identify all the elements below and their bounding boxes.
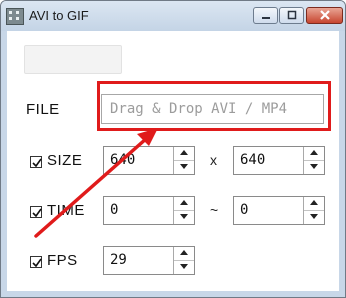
title-bar[interactable]: AVI to GIF xyxy=(1,1,345,31)
arrow-down-icon xyxy=(180,164,188,169)
time-end-down-button[interactable] xyxy=(304,211,324,224)
arrow-down-icon xyxy=(310,214,318,219)
window-title: AVI to GIF xyxy=(29,8,89,23)
size-width-stepper[interactable]: 640 xyxy=(103,146,195,175)
size-width-up-button[interactable] xyxy=(174,147,194,161)
maximize-icon xyxy=(287,10,296,20)
time-start-down-button[interactable] xyxy=(174,211,194,224)
stepper-buttons xyxy=(303,147,324,174)
size-width-value: 640 xyxy=(110,152,136,168)
size-label: SIZE xyxy=(47,152,83,169)
size-height-stepper[interactable]: 640 xyxy=(233,146,325,175)
arrow-down-icon xyxy=(180,264,188,269)
minimize-icon xyxy=(261,17,270,19)
arrow-down-icon xyxy=(180,214,188,219)
arrow-up-icon xyxy=(180,150,188,155)
fps-down-button[interactable] xyxy=(174,261,194,274)
app-icon xyxy=(6,8,24,25)
arrow-down-icon xyxy=(310,164,318,169)
size-checkbox[interactable] xyxy=(30,156,42,168)
size-height-down-button[interactable] xyxy=(304,161,324,174)
time-end-value: 0 xyxy=(240,202,249,218)
stepper-buttons xyxy=(303,197,324,224)
time-checkbox[interactable] xyxy=(30,206,42,218)
close-button[interactable] xyxy=(306,7,343,24)
size-height-value: 640 xyxy=(240,152,266,168)
time-separator: ~ xyxy=(210,202,219,218)
check-icon xyxy=(32,158,42,168)
arrow-up-icon xyxy=(310,150,318,155)
minimize-button[interactable] xyxy=(253,7,278,24)
time-start-stepper[interactable]: 0 xyxy=(103,196,195,225)
annotation-highlight-box xyxy=(97,81,331,131)
client-area: FILE Drag & Drop AVI / MP4 SIZE 640 x 64… xyxy=(7,31,339,291)
check-icon xyxy=(32,208,42,218)
arrow-up-icon xyxy=(180,200,188,205)
app-window: AVI to GIF FILE Drag & Drop AVI / MP4 SI… xyxy=(0,0,346,298)
size-separator: x xyxy=(210,152,217,168)
time-end-stepper[interactable]: 0 xyxy=(233,196,325,225)
arrow-up-icon xyxy=(310,200,318,205)
fps-stepper[interactable]: 29 xyxy=(103,246,195,275)
check-icon xyxy=(32,258,42,268)
stepper-buttons xyxy=(173,147,194,174)
file-label: FILE xyxy=(26,101,60,118)
arrow-up-icon xyxy=(180,250,188,255)
maximize-button[interactable] xyxy=(279,7,304,24)
time-start-value: 0 xyxy=(110,202,119,218)
unlabeled-button[interactable] xyxy=(24,45,122,74)
fps-checkbox[interactable] xyxy=(30,256,42,268)
size-width-down-button[interactable] xyxy=(174,161,194,174)
fps-up-button[interactable] xyxy=(174,247,194,261)
close-icon xyxy=(319,10,330,20)
fps-value: 29 xyxy=(110,252,127,268)
size-height-up-button[interactable] xyxy=(304,147,324,161)
fps-label: FPS xyxy=(47,252,78,269)
time-label: TIME xyxy=(47,202,85,219)
time-end-up-button[interactable] xyxy=(304,197,324,211)
stepper-buttons xyxy=(173,247,194,274)
time-start-up-button[interactable] xyxy=(174,197,194,211)
stepper-buttons xyxy=(173,197,194,224)
